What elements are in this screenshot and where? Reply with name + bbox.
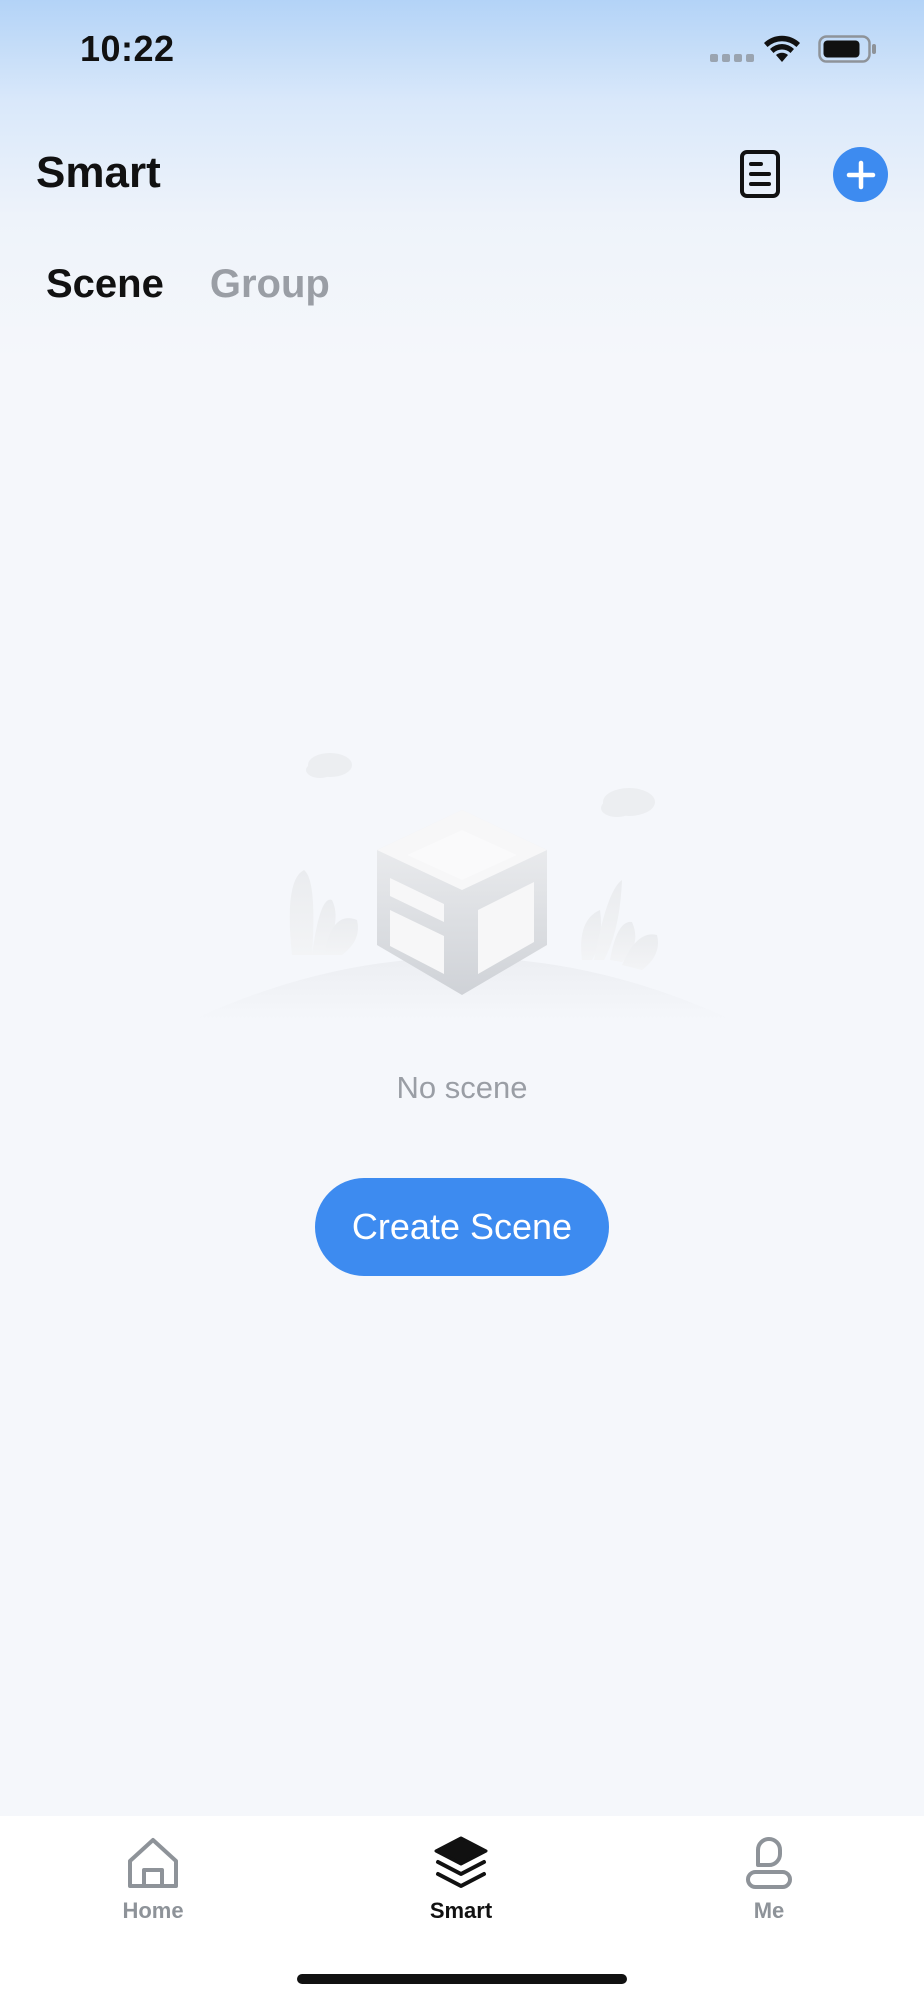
nav-item-smart[interactable]: Smart [381, 1834, 541, 1924]
person-icon [746, 1837, 792, 1889]
nav-label-home: Home [122, 1898, 184, 1923]
document-button[interactable] [734, 146, 786, 202]
add-button[interactable] [833, 147, 888, 202]
battery-icon [818, 35, 876, 63]
tab-bar: Scene Group [46, 262, 330, 307]
wifi-icon [764, 35, 800, 62]
signal-dots-icon [710, 54, 754, 62]
nav-item-me[interactable]: Me [689, 1834, 849, 1924]
empty-state-message: No scene [396, 1070, 528, 1105]
tab-group[interactable]: Group [210, 262, 330, 307]
document-icon [740, 150, 780, 198]
nav-item-home[interactable]: Home [73, 1834, 233, 1924]
status-bar: 10:22 [0, 0, 924, 100]
bottom-nav: Home Smart Me [0, 1816, 924, 2000]
status-time: 10:22 [80, 28, 175, 69]
plus-icon [846, 160, 875, 189]
nav-label-smart: Smart [429, 1898, 493, 1923]
tab-scene[interactable]: Scene [46, 262, 164, 307]
layers-icon [434, 1836, 488, 1888]
home-icon [128, 1838, 178, 1888]
nav-label-me: Me [753, 1898, 785, 1923]
home-indicator [297, 1974, 627, 1984]
create-scene-button[interactable]: Create Scene [315, 1178, 609, 1276]
page-title: Smart [36, 148, 161, 197]
empty-box-icon [192, 753, 732, 1020]
